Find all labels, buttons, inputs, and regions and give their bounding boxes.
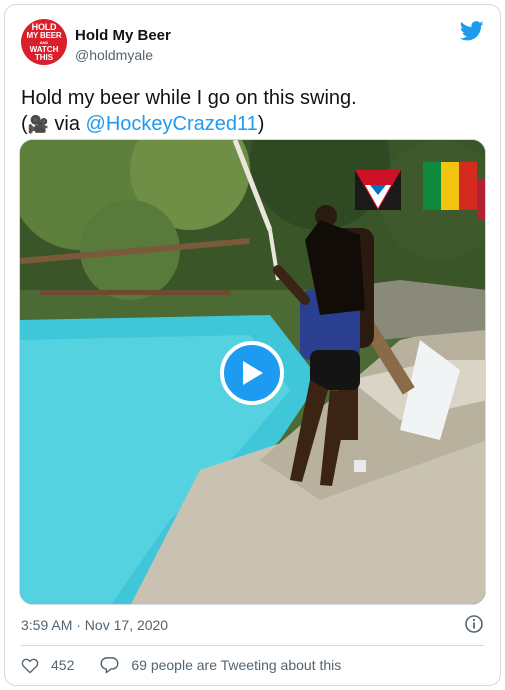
paren-close: ) bbox=[257, 113, 265, 135]
speech-bubble-icon bbox=[100, 657, 119, 674]
like-count: 452 bbox=[51, 657, 75, 673]
play-icon bbox=[243, 361, 263, 385]
via-text: via bbox=[48, 113, 86, 135]
tweet-text-line2: (🎥 via @HockeyCrazed11) bbox=[21, 111, 491, 138]
video-camera-icon: 🎥 bbox=[27, 115, 49, 134]
like-button[interactable]: 452 bbox=[21, 657, 74, 674]
avatar-text-and: AND bbox=[39, 39, 49, 45]
twitter-bird-icon[interactable] bbox=[460, 21, 484, 41]
divider bbox=[21, 645, 484, 646]
tweet-text: Hold my beer while I go on this swing. (… bbox=[21, 85, 491, 138]
avatar-text-my-beer: MY BEER bbox=[26, 30, 62, 40]
avatar-text-this: THIS bbox=[34, 52, 54, 62]
action-bar: 452 69 people are Tweeting about this bbox=[21, 654, 367, 676]
user-handle[interactable]: @holdmyale bbox=[75, 47, 153, 63]
paren-open: ( bbox=[21, 113, 28, 135]
conversation-label: 69 people are Tweeting about this bbox=[131, 657, 342, 673]
tweet-card: HOLD MY BEER AND WATCH THIS Hold My Beer… bbox=[4, 4, 501, 686]
conversation-button[interactable]: 69 people are Tweeting about this bbox=[100, 656, 341, 674]
video-player[interactable] bbox=[19, 139, 486, 605]
play-button[interactable] bbox=[220, 341, 284, 405]
display-name[interactable]: Hold My Beer bbox=[75, 27, 171, 44]
timestamp[interactable]: 3:59 AM · Nov 17, 2020 bbox=[21, 617, 168, 633]
mention-link[interactable]: @HockeyCrazed11 bbox=[86, 113, 258, 135]
heart-icon bbox=[21, 658, 39, 673]
info-icon[interactable] bbox=[464, 614, 484, 634]
tweet-text-line1: Hold my beer while I go on this swing. bbox=[21, 87, 357, 109]
avatar[interactable]: HOLD MY BEER AND WATCH THIS bbox=[21, 19, 67, 65]
